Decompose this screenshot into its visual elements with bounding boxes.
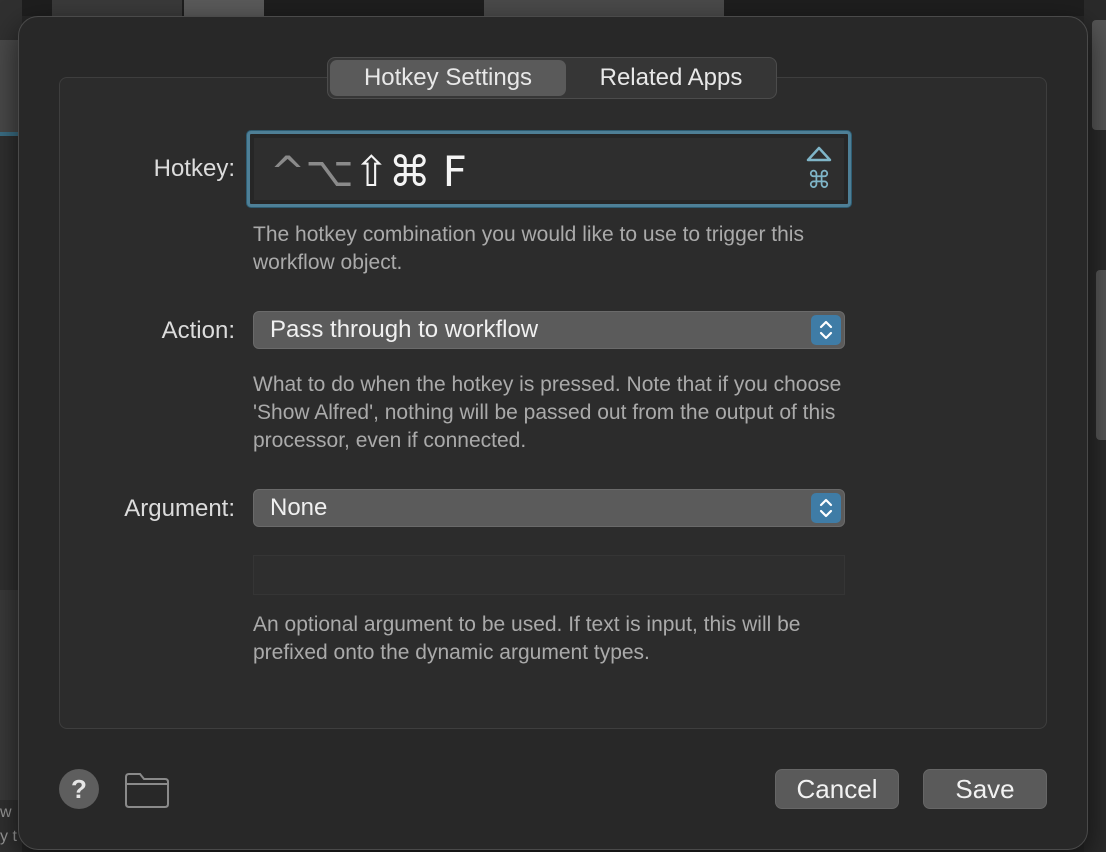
action-select[interactable]: Pass through to workflow: [253, 311, 845, 349]
argument-select-value: None: [270, 494, 328, 521]
background-scrollbar: [1096, 270, 1106, 440]
background-scrollbar: [1092, 20, 1106, 130]
help-button[interactable]: ?: [59, 769, 99, 809]
active-modifiers: ⇧⌘: [353, 147, 431, 196]
cancel-button[interactable]: Cancel: [775, 769, 899, 809]
hotkey-label: Hotkey:: [153, 155, 235, 182]
save-button[interactable]: Save: [923, 769, 1047, 809]
inactive-modifiers: ^⌥: [270, 147, 354, 196]
tab-related-apps[interactable]: Related Apps: [568, 58, 774, 98]
argument-help-text: An optional argument to be used. If text…: [253, 613, 801, 664]
hotkey-field-inner: ^⌥⇧⌘ F ⌘: [254, 138, 844, 200]
hotkey-combination: ^⌥⇧⌘ F: [270, 146, 467, 198]
action-label: Action:: [161, 317, 235, 344]
hotkey-recorder-field[interactable]: ^⌥⇧⌘ F ⌘: [247, 131, 851, 207]
argument-select[interactable]: None: [253, 489, 845, 527]
argument-label: Argument:: [124, 495, 235, 522]
chevron-up-down-icon: [811, 315, 841, 345]
background-left-item: [0, 40, 18, 132]
action-help-text: What to do when the hotkey is pressed. N…: [253, 373, 842, 452]
background-text: w: [0, 804, 12, 821]
background-left-item: [0, 590, 18, 800]
tab-bar: Hotkey Settings Related Apps: [327, 57, 777, 99]
hotkey-settings-sheet: Hotkey Settings Related Apps Hotkey: ^⌥⇧…: [18, 16, 1088, 850]
background-block: [52, 0, 182, 16]
svg-text:⌘: ⌘: [807, 166, 831, 194]
chevron-up-down-icon: [811, 493, 841, 523]
shift-command-toggle-icon[interactable]: ⌘: [804, 144, 834, 196]
folder-icon[interactable]: [123, 771, 171, 809]
action-select-value: Pass through to workflow: [270, 316, 539, 343]
argument-text-input[interactable]: [253, 555, 845, 595]
background-text: y t: [0, 828, 17, 845]
background-block: [184, 0, 264, 16]
hotkey-key: F: [442, 147, 467, 196]
background-block: [484, 0, 724, 16]
background-left-accent: [0, 132, 18, 136]
hotkey-help-text: The hotkey combination you would like to…: [253, 223, 804, 274]
tab-hotkey-settings[interactable]: Hotkey Settings: [330, 60, 566, 96]
